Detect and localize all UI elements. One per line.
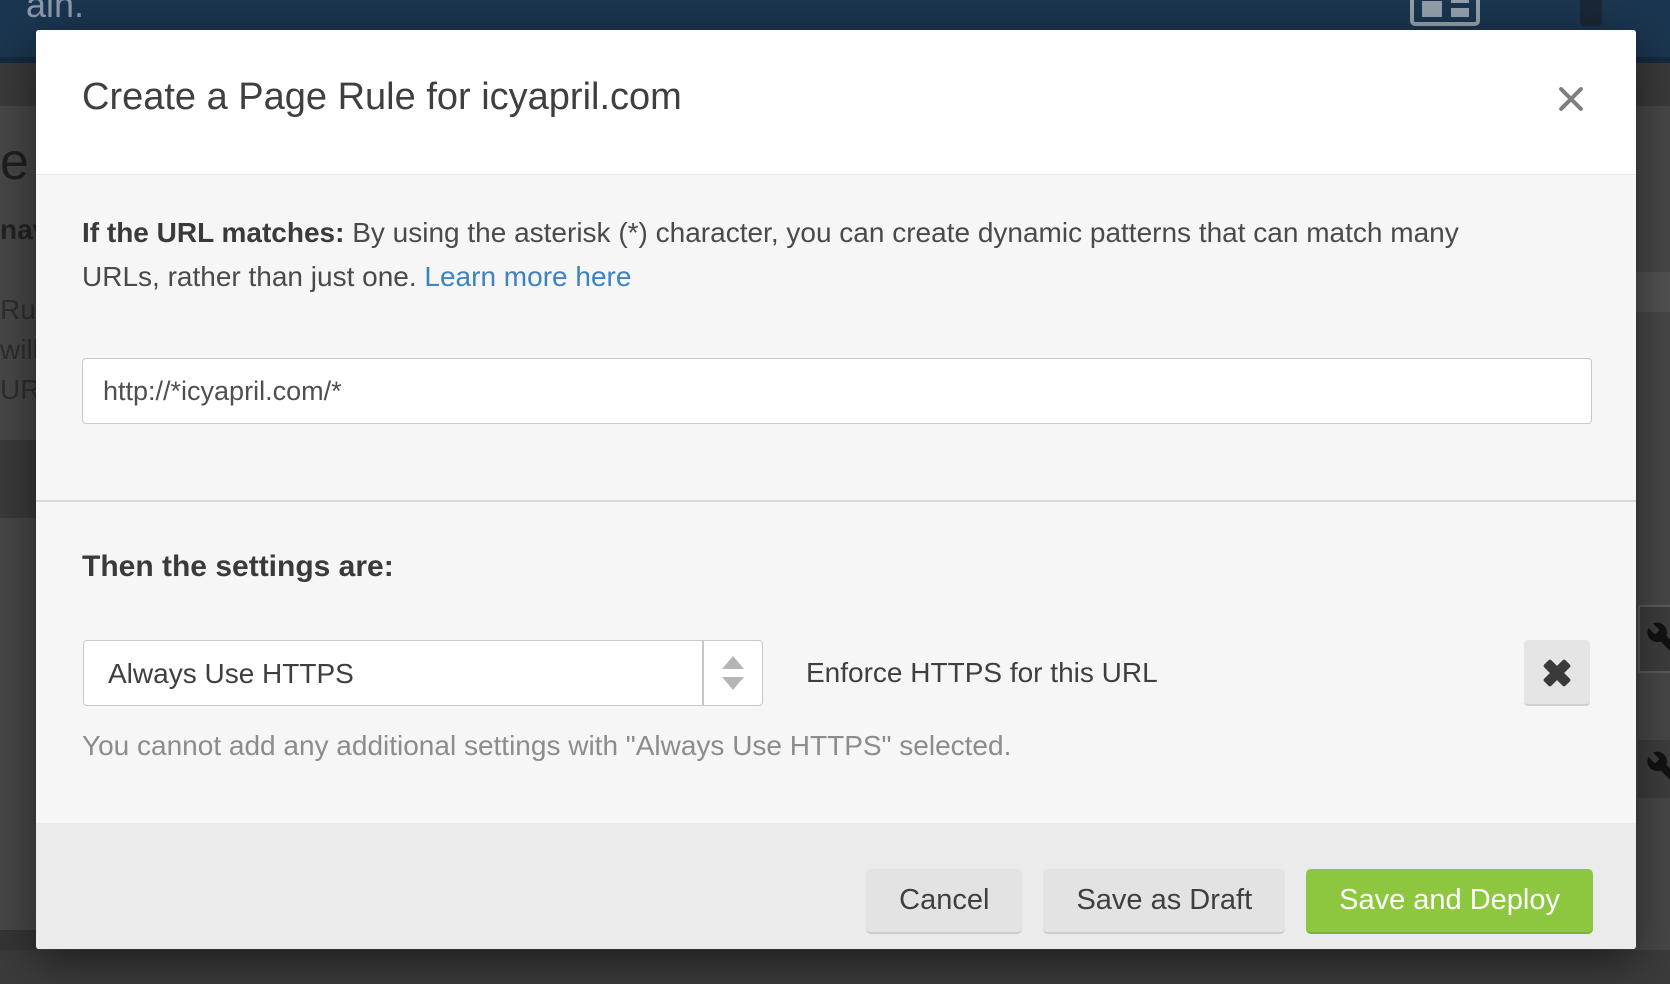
- setting-helper-text: You cannot add any additional settings w…: [82, 730, 1011, 762]
- nav-partial-icon: [1580, 0, 1602, 26]
- setting-select-value: Always Use HTTPS: [108, 658, 354, 690]
- backdrop-fragment: e: [0, 132, 29, 192]
- cancel-button[interactable]: Cancel: [866, 869, 1022, 934]
- chevron-up-icon: [722, 656, 744, 669]
- backdrop-band: [0, 950, 1670, 984]
- backdrop-fragment: will: [0, 334, 39, 366]
- url-match-description: If the URL matches: By using the asteris…: [82, 211, 1502, 299]
- settings-heading: Then the settings are:: [82, 550, 394, 584]
- settings-section: Then the settings are: Always Use HTTPS …: [36, 502, 1636, 823]
- backdrop-band: [1636, 272, 1670, 312]
- select-stepper-icon[interactable]: [702, 641, 762, 705]
- backdrop-fragment: UR: [0, 374, 40, 406]
- close-icon[interactable]: [1552, 80, 1590, 118]
- layout-columns-icon: [1410, 0, 1480, 26]
- wrench-icon: [1646, 750, 1670, 786]
- modal-title: Create a Page Rule for icyapril.com: [82, 76, 682, 119]
- backdrop-row-box: [1638, 605, 1670, 673]
- save-and-deploy-button[interactable]: Save and Deploy: [1306, 869, 1593, 934]
- url-match-label: If the URL matches:: [82, 217, 344, 248]
- remove-setting-button[interactable]: [1524, 640, 1590, 706]
- chevron-down-icon: [722, 677, 744, 690]
- setting-row: Always Use HTTPS Enforce HTTPS for this …: [36, 640, 1636, 706]
- backdrop-row-box: [1638, 740, 1670, 798]
- modal-header: Create a Page Rule for icyapril.com: [36, 30, 1636, 175]
- url-match-section: If the URL matches: By using the asteris…: [36, 175, 1636, 500]
- modal-footer: Cancel Save as Draft Save and Deploy: [36, 823, 1636, 949]
- page-rule-modal: Create a Page Rule for icyapril.com If t…: [36, 30, 1636, 949]
- save-as-draft-button[interactable]: Save as Draft: [1043, 869, 1285, 934]
- url-pattern-input[interactable]: [82, 358, 1592, 424]
- setting-description: Enforce HTTPS for this URL: [806, 657, 1158, 689]
- backdrop-table-header-band: [0, 440, 36, 518]
- backdrop-fragment: Ru: [0, 294, 36, 326]
- learn-more-link[interactable]: Learn more here: [424, 261, 631, 292]
- setting-select[interactable]: Always Use HTTPS: [83, 640, 763, 706]
- backdrop-truncated-text: ain.: [26, 0, 84, 26]
- wrench-icon: [1646, 621, 1670, 657]
- screen: ain. e nav Ru will UR Create a Page Rule…: [0, 0, 1670, 984]
